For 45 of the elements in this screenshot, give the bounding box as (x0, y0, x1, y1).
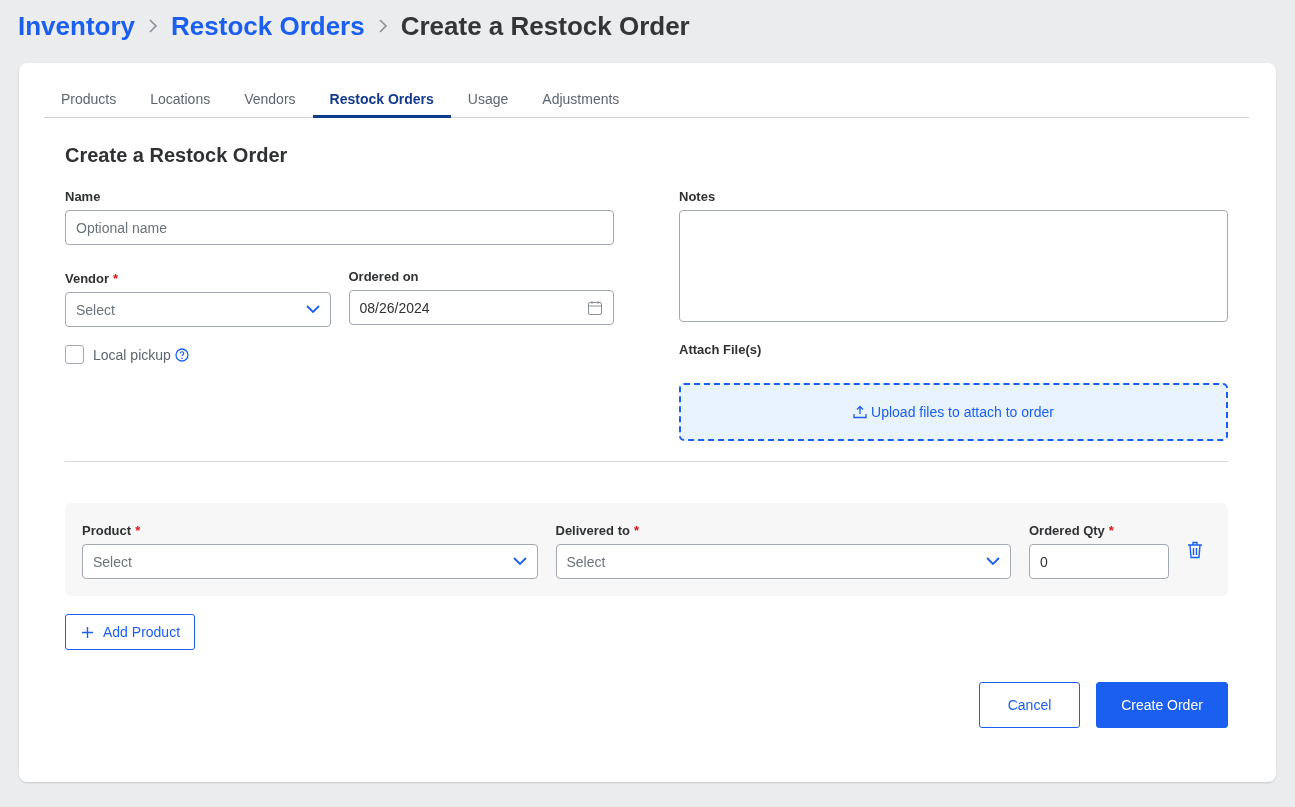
field-label: Delivered to (555, 523, 630, 538)
quantity-field[interactable]: 0 (1029, 544, 1169, 579)
create-order-button[interactable]: Create Order (1096, 682, 1228, 728)
chevron-icon (376, 19, 389, 33)
select-field[interactable]: Select (555, 544, 1011, 579)
tab[interactable]: Usage (450, 81, 526, 118)
caret-icon (305, 305, 320, 314)
field-label: Vendor (65, 271, 110, 286)
upload-icon (853, 405, 868, 419)
tab[interactable]: Locations (133, 81, 228, 118)
notes-textarea[interactable] (679, 210, 1228, 322)
plus-icon (82, 626, 93, 638)
field-label: Ordered Qty (1029, 523, 1105, 538)
select-field[interactable]: Select (82, 544, 538, 579)
required-mark: * (633, 523, 639, 538)
field-label: Attach File(s) (679, 342, 762, 357)
checkbox[interactable] (65, 345, 84, 364)
upload-dropzone[interactable]: Upload files to attach to order (679, 383, 1228, 441)
field-label: Name (65, 189, 101, 204)
required-mark: * (113, 271, 119, 286)
tab[interactable]: Products (44, 81, 134, 118)
tab[interactable]: Vendors (227, 81, 313, 118)
field-label: Notes (679, 189, 716, 204)
breadcrumb-current: Create a Restock Order (400, 10, 690, 42)
checkbox-label: Local pickup (93, 346, 171, 363)
select-field[interactable]: Select (65, 292, 331, 327)
help-icon (174, 347, 189, 362)
date-field[interactable]: 08/26/2024 (348, 290, 614, 325)
cancel-button[interactable]: Cancel (979, 682, 1080, 728)
tab[interactable]: Adjustments (525, 81, 637, 118)
input-field[interactable]: Optional name (65, 210, 614, 245)
breadcrumb-link[interactable]: Inventory (18, 10, 136, 42)
caret-icon (986, 557, 1000, 566)
form-title: Create a Restock Order (65, 144, 289, 167)
field-label: Ordered on (348, 269, 419, 284)
add-product-button[interactable]: Add Product (65, 614, 196, 650)
field-label: Product (82, 523, 132, 538)
chevron-icon (147, 19, 160, 33)
required-mark: * (135, 523, 141, 538)
breadcrumb-link[interactable]: Restock Orders (171, 10, 365, 42)
tab[interactable]: Restock Orders (312, 81, 451, 118)
trash-icon[interactable] (1187, 541, 1203, 559)
calendar-icon (587, 299, 603, 316)
required-mark: * (1108, 523, 1114, 538)
caret-icon (512, 557, 527, 566)
